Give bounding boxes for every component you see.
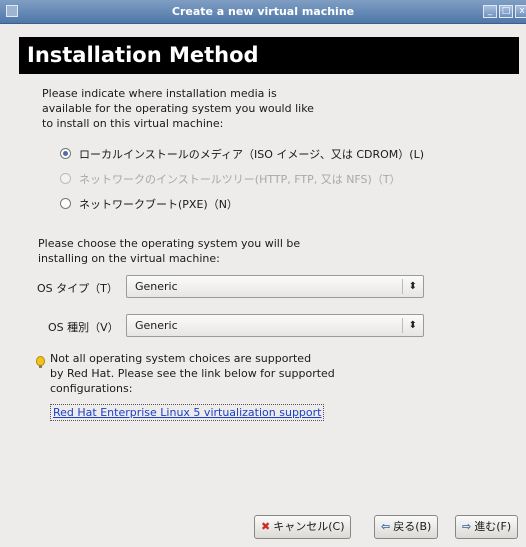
forward-arrow-icon: ⇨ bbox=[462, 520, 472, 533]
rhel-virtualization-support-link[interactable]: Red Hat Enterprise Linux 5 virtualizatio… bbox=[50, 404, 325, 421]
os-variant-label: OS 種別（V） bbox=[48, 321, 119, 334]
radio-unchecked-icon bbox=[60, 173, 71, 184]
back-button[interactable]: ⇦ 戻る(B) bbox=[374, 515, 439, 539]
support-note: Not all operating system choices are sup… bbox=[50, 352, 335, 395]
cancel-button-label: キャンセル(C) bbox=[273, 520, 345, 533]
window-title: Create a new virtual machine bbox=[171, 5, 355, 18]
os-type-label: OS タイプ（T） bbox=[37, 282, 118, 295]
radio-network-tree: ネットワークのインストールツリー(HTTP, FTP, 又は NFS)（T） bbox=[60, 172, 401, 188]
radio-network-boot[interactable]: ネットワークブート(PXE)（N） bbox=[60, 197, 238, 213]
radio-checked-icon bbox=[60, 148, 71, 159]
forward-button-label: 進む(F) bbox=[474, 520, 512, 533]
intro-text: Please indicate where installation media… bbox=[42, 87, 314, 130]
back-button-label: 戻る(B) bbox=[393, 520, 432, 533]
cancel-icon: ✖ bbox=[261, 520, 271, 533]
radio-local-media-label: ローカルインストールのメディア（ISO イメージ、又は CDROM）(L) bbox=[79, 148, 424, 161]
combo-separator bbox=[402, 279, 403, 294]
back-arrow-icon: ⇦ bbox=[381, 520, 391, 533]
radio-network-tree-label: ネットワークのインストールツリー(HTTP, FTP, 又は NFS)（T） bbox=[79, 173, 401, 186]
os-variant-value: Generic bbox=[135, 319, 178, 332]
cancel-button[interactable]: ✖ キャンセル(C) bbox=[254, 515, 352, 539]
radio-network-boot-label: ネットワークブート(PXE)（N） bbox=[79, 198, 238, 211]
os-variant-select[interactable]: Generic ⬍ bbox=[126, 314, 424, 337]
maximize-button[interactable]: □ bbox=[499, 5, 513, 18]
minimize-button[interactable]: _ bbox=[483, 5, 497, 18]
os-type-select[interactable]: Generic ⬍ bbox=[126, 275, 424, 298]
window-titlebar[interactable]: Create a new virtual machine _ □ x bbox=[0, 0, 526, 24]
radio-local-media[interactable]: ローカルインストールのメディア（ISO イメージ、又は CDROM）(L) bbox=[60, 147, 424, 163]
radio-unchecked-icon bbox=[60, 198, 71, 209]
updown-arrows-icon: ⬍ bbox=[408, 281, 417, 292]
os-prompt-text: Please choose the operating system you w… bbox=[38, 237, 301, 265]
combo-separator bbox=[402, 318, 403, 333]
os-type-value: Generic bbox=[135, 280, 178, 293]
forward-button[interactable]: ⇨ 進む(F) bbox=[455, 515, 519, 539]
updown-arrows-icon: ⬍ bbox=[408, 320, 417, 331]
close-button[interactable]: x bbox=[515, 5, 526, 18]
page-title: Installation Method bbox=[19, 37, 519, 74]
lightbulb-icon bbox=[36, 356, 45, 368]
